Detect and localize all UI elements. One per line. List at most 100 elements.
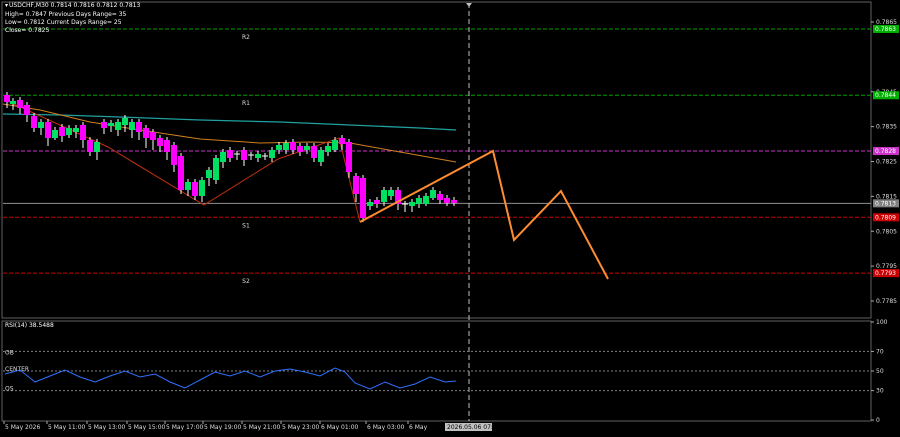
candle-body: [381, 190, 387, 202]
candle-body: [416, 198, 422, 204]
candle-body: [10, 101, 16, 104]
candle-body: [66, 128, 72, 135]
chart-canvas[interactable]: 0.78650.78450.78350.78250.78150.78050.77…: [0, 0, 900, 437]
main-pane-frame: [1, 1, 872, 319]
candle-body: [325, 146, 331, 152]
candle-body: [283, 143, 289, 150]
pivot-label-r2: R2: [242, 34, 250, 41]
candle-body: [339, 138, 345, 144]
candle-body: [4, 95, 10, 102]
time-tick-label: 6 May 03:00: [367, 424, 405, 431]
candle-body: [423, 196, 429, 204]
rsi-tick-label: 0: [876, 417, 880, 424]
candle-body: [122, 118, 128, 125]
high-info: High= 0.7847 Previous Days Range= 35: [5, 11, 127, 18]
candle-body: [213, 158, 219, 180]
candle-body: [318, 150, 324, 162]
price-tag-label: 0.7813: [875, 200, 896, 207]
candle-body: [31, 116, 37, 128]
price-tag-label: 0.7828: [875, 148, 896, 155]
symbol-info: ▾USDCHF,M30 0.7814 0.7816 0.7812 0.7813: [5, 3, 140, 9]
candle-body: [52, 130, 58, 138]
price-tick-label: 0.7835: [876, 124, 897, 131]
rsi-level-label: OS: [5, 386, 14, 393]
close-info: Close= 0.7825: [5, 27, 50, 34]
pivot-label-s2: S2: [242, 278, 250, 285]
candle-body: [45, 122, 51, 138]
rsi-indicator-label: RSI(14) 38.5488: [5, 322, 54, 329]
price-tick-label: 0.7865: [876, 19, 897, 26]
candle-body: [241, 150, 247, 160]
candle-body: [157, 138, 163, 146]
candle-body: [437, 194, 443, 200]
time-tick-label: 5 May 17:00: [166, 424, 204, 431]
price-tag-label: 0.7809: [875, 214, 896, 221]
candle-body: [17, 100, 23, 108]
candle-body: [150, 132, 156, 140]
candle-body: [269, 150, 275, 158]
candle-body: [304, 146, 310, 150]
candle-body: [136, 122, 142, 132]
candle-body: [87, 140, 93, 152]
candle-body: [164, 140, 170, 152]
candle-body: [374, 200, 380, 204]
pivot-label-s1: S1: [242, 222, 250, 229]
rsi-tick-label: 100: [876, 319, 888, 326]
crosshair-time-label: 2026.05.06 07:00: [447, 424, 501, 431]
candle-body: [311, 146, 317, 158]
candle-body: [409, 202, 415, 206]
projection-path: [359, 149, 609, 280]
time-tick-label: 6 May: [409, 424, 428, 431]
candle-body: [108, 123, 114, 126]
price-tag-label: 0.7844: [875, 92, 896, 99]
candle-body: [367, 202, 373, 206]
candle-body: [199, 180, 205, 196]
candle-body: [220, 152, 226, 162]
candle-body: [94, 142, 100, 152]
candle-body: [360, 178, 366, 218]
candle-body: [38, 122, 44, 128]
candle-body: [80, 125, 86, 140]
candle-body: [178, 156, 184, 190]
candle-body: [451, 200, 457, 203]
candle-body: [206, 170, 212, 178]
price-tick-label: 0.7815: [876, 193, 897, 200]
candle-body: [143, 128, 149, 138]
rsi-tick-label: 30: [876, 388, 884, 395]
collapse-triangle-icon[interactable]: ▾: [5, 2, 8, 9]
candle-body: [388, 190, 394, 196]
candle-body: [346, 142, 352, 172]
price-tick-label: 0.7805: [876, 228, 897, 235]
time-tick-label: 5 May 19:00: [204, 424, 242, 431]
price-tick-label: 0.7795: [876, 263, 897, 270]
rsi-tick-label: 50: [876, 368, 884, 375]
time-tick-label: 5 May 11:00: [48, 424, 86, 431]
time-tick-label: 5 May 23:00: [282, 424, 320, 431]
crosshair-marker-icon: [466, 3, 472, 7]
candle-body: [185, 182, 191, 190]
candle-body: [129, 122, 135, 130]
low-info: Low= 0.7812 Current Days Range= 25: [5, 19, 122, 26]
price-tick-label: 0.7785: [876, 298, 897, 305]
rsi-tick-label: 70: [876, 348, 884, 355]
time-tick-label: 5 May 13:00: [88, 424, 126, 431]
candle-body: [192, 182, 198, 196]
candle-body: [255, 154, 261, 158]
candle-body: [101, 122, 107, 128]
moving-average-slow: [2, 113, 457, 131]
time-tick-label: 6 May 01:00: [321, 424, 359, 431]
candle-body: [171, 145, 177, 165]
price-tag-label: 0.7793: [875, 270, 896, 277]
rsi-level-label: OB: [5, 349, 14, 356]
pivot-label-r1: R1: [242, 100, 250, 107]
time-tick-label: 5 May 15:00: [128, 424, 166, 431]
candle-body: [59, 127, 65, 136]
candle-body: [430, 190, 436, 198]
time-tick-label: 5 May 2026: [5, 424, 40, 431]
symbol-quote: USDCHF,M30 0.7814 0.7816 0.7812 0.7813: [9, 2, 141, 9]
candle-body: [73, 128, 79, 132]
candle-body: [290, 142, 296, 150]
price-tick-label: 0.7825: [876, 159, 897, 166]
rsi-level-label: CENTER: [5, 366, 29, 373]
candle-body: [276, 145, 282, 150]
